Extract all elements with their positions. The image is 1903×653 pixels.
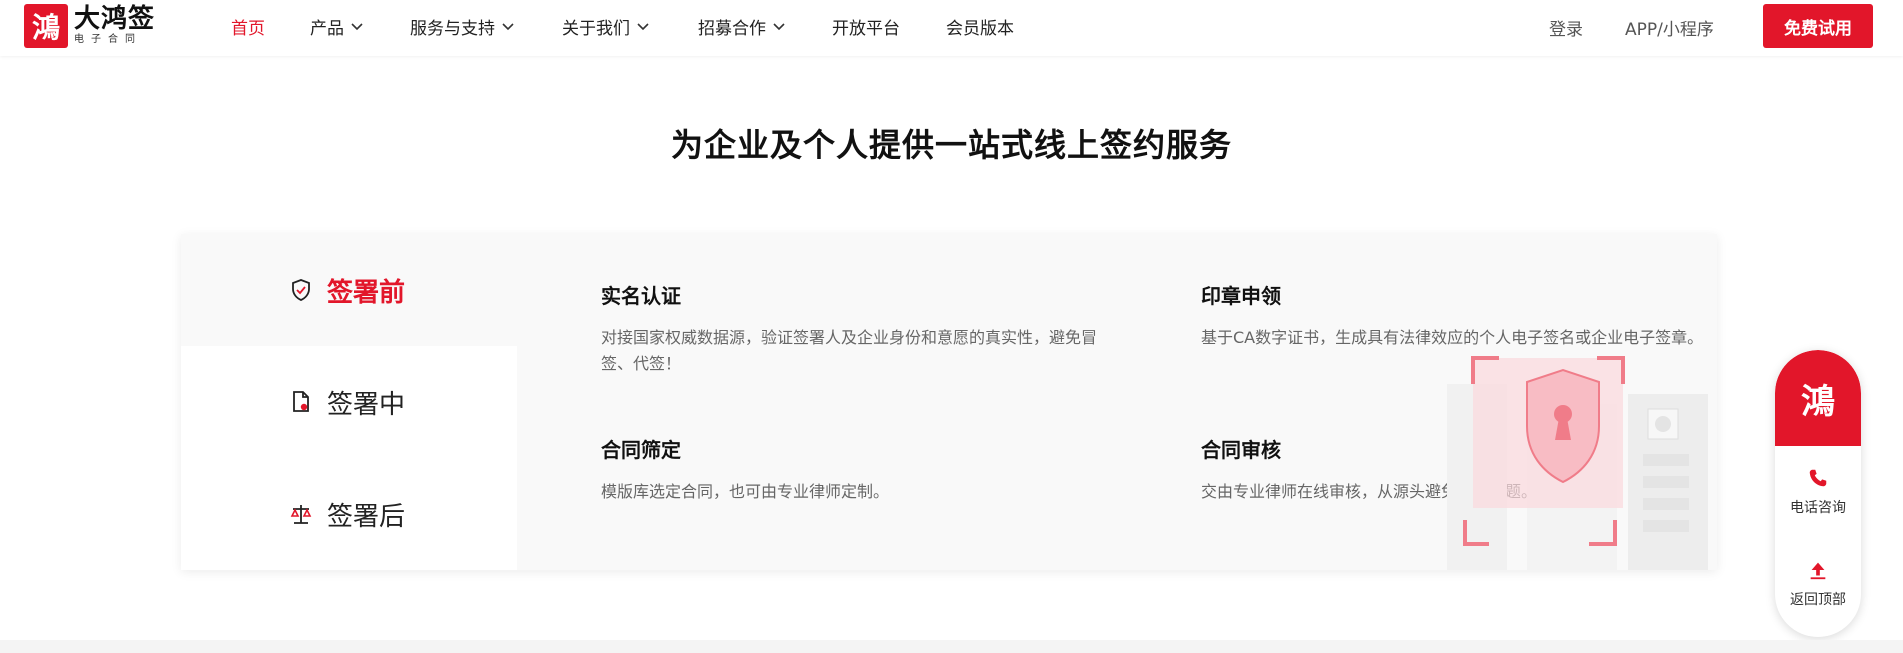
nav-products[interactable]: 产品 [310,14,364,39]
nav-service-label: 服务与支持 [410,18,495,39]
balance-scale-icon [289,502,313,526]
login-link[interactable]: 登录 [1549,15,1583,40]
nav-open-platform-label: 开放平台 [832,18,900,39]
tab-before-signing[interactable]: 签署前 [181,234,517,346]
nav-open-platform[interactable]: 开放平台 [832,14,900,39]
feature-panel: 签署前 签署中 签署后 实名认证 对接国家权威数据源，验证签署人及企业身份和意愿… [181,234,1717,570]
float-logo-mark-icon[interactable]: 鴻 [1775,350,1861,446]
feature-desc: 对接国家权威数据源，验证签署人及企业身份和意愿的真实性，避免冒签、代签！ [601,328,1098,373]
back-to-top-button[interactable]: 返回顶部 [1775,538,1861,630]
back-to-top-label: 返回顶部 [1790,592,1846,608]
chevron-down-icon [350,19,364,33]
tab-label: 签署后 [327,501,406,532]
nav-products-label: 产品 [310,18,344,39]
nav-partner-label: 招募合作 [698,18,766,39]
stage-tabs: 签署前 签署中 签署后 [181,234,517,570]
nav-service[interactable]: 服务与支持 [410,14,515,39]
floating-contact-widget: 鴻 电话咨询 返回顶部 [1775,350,1861,637]
tab-label: 签署中 [327,389,406,420]
brand-logo[interactable]: 鴻 大鸿签 电子合同 [24,4,155,48]
phone-icon [1807,467,1829,489]
app-link[interactable]: APP/小程序 [1625,15,1714,40]
nav-membership[interactable]: 会员版本 [946,14,1014,39]
nav-partner[interactable]: 招募合作 [698,14,786,39]
shield-check-icon [289,278,313,302]
document-seal-icon [289,390,313,414]
feature-title: 合同筛定 [601,438,681,462]
tab-label: 签署前 [327,277,406,308]
tab-during-signing[interactable]: 签署中 [181,346,517,458]
feature-title: 印章申领 [1201,284,1281,308]
next-section-edge [0,640,1903,653]
site-header: 鴻 大鸿签 电子合同 首页 产品 服务与支持 关于我们 招募合作 开放平台 会员… [0,0,1903,56]
chevron-down-icon [636,19,650,33]
chevron-down-icon [501,19,515,33]
tab-after-signing[interactable]: 签署后 [181,458,517,570]
section-title: 为企业及个人提供一站式线上签约服务 [670,126,1232,164]
feature-title: 实名认证 [601,284,681,308]
phone-consult-label: 电话咨询 [1790,500,1846,516]
logo-mark-icon: 鴻 [24,4,68,48]
chevron-down-icon [772,19,786,33]
nav-about[interactable]: 关于我们 [562,14,650,39]
phone-consult-button[interactable]: 电话咨询 [1775,446,1861,538]
nav-membership-label: 会员版本 [946,18,1014,39]
nav-home[interactable]: 首页 [231,14,265,39]
logo-text: 大鸿签 电子合同 [74,5,155,47]
security-illustration [1443,344,1713,570]
arrow-up-icon [1807,559,1829,581]
feature-contract-select: 合同筛定 模版库选定合同，也可由专业律师定制。 [601,434,1121,505]
feature-real-name: 实名认证 对接国家权威数据源，验证签署人及企业身份和意愿的真实性，避免冒签、代签… [601,280,1121,377]
feature-desc: 模版库选定合同，也可由专业律师定制。 [601,482,890,501]
brand-name: 大鸿签 [74,4,156,34]
brand-subtitle: 电子合同 [74,34,142,45]
free-trial-button[interactable]: 免费试用 [1763,4,1873,48]
feature-seal-apply: 印章申领 基于CA数字证书，生成具有法律效应的个人电子签名或企业电子签章。 [1201,280,1717,351]
nav-home-label: 首页 [231,18,265,39]
nav-about-label: 关于我们 [562,18,630,39]
